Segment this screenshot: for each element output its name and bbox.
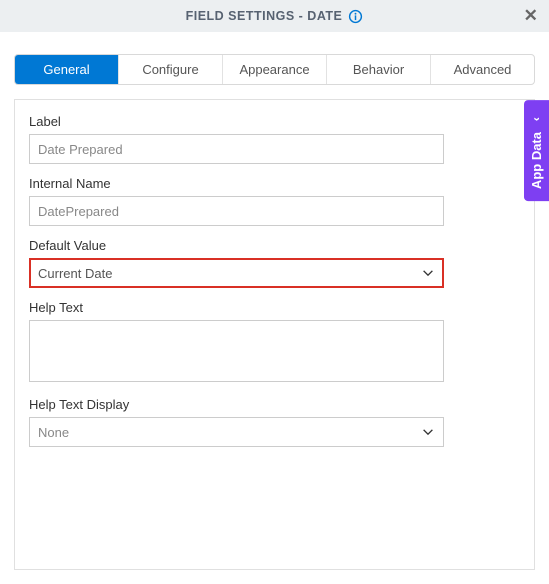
internal-name-caption: Internal Name bbox=[29, 176, 520, 191]
dialog-header: FIELD SETTINGS - DATE ✕ bbox=[0, 0, 549, 32]
app-data-label: App Data bbox=[529, 132, 544, 189]
field-label: Label bbox=[29, 114, 520, 164]
tab-general[interactable]: General bbox=[15, 55, 119, 84]
help-text-caption: Help Text bbox=[29, 300, 520, 315]
close-icon[interactable]: ✕ bbox=[523, 8, 539, 24]
tab-appearance[interactable]: Appearance bbox=[223, 55, 327, 84]
dialog-body: General Configure Appearance Behavior Ad… bbox=[0, 32, 549, 584]
label-caption: Label bbox=[29, 114, 520, 129]
field-internal-name: Internal Name bbox=[29, 176, 520, 226]
help-text-display-select[interactable]: None bbox=[29, 417, 444, 447]
tab-behavior[interactable]: Behavior bbox=[327, 55, 431, 84]
info-icon[interactable] bbox=[348, 9, 363, 24]
default-value-selected: Current Date bbox=[38, 266, 112, 281]
field-help-text: Help Text bbox=[29, 300, 520, 385]
tabs: General Configure Appearance Behavior Ad… bbox=[14, 54, 535, 85]
help-text-display-selected: None bbox=[38, 425, 69, 440]
field-help-text-display: Help Text Display None bbox=[29, 397, 520, 447]
internal-name-input[interactable] bbox=[29, 196, 444, 226]
tab-configure[interactable]: Configure bbox=[119, 55, 223, 84]
field-default-value: Default Value Current Date bbox=[29, 238, 520, 288]
help-text-display-caption: Help Text Display bbox=[29, 397, 520, 412]
general-panel: Label Internal Name Default Value Curren… bbox=[14, 99, 535, 570]
help-text-input[interactable] bbox=[29, 320, 444, 382]
chevron-left-icon: ‹ bbox=[530, 117, 544, 121]
app-data-sidebar-tab[interactable]: App Data ‹ bbox=[524, 100, 549, 201]
label-input[interactable] bbox=[29, 134, 444, 164]
chevron-down-icon bbox=[421, 266, 435, 280]
chevron-down-icon bbox=[421, 425, 435, 439]
default-value-caption: Default Value bbox=[29, 238, 520, 253]
dialog-title: FIELD SETTINGS - DATE bbox=[186, 9, 343, 23]
tab-advanced[interactable]: Advanced bbox=[431, 55, 534, 84]
default-value-select[interactable]: Current Date bbox=[29, 258, 444, 288]
